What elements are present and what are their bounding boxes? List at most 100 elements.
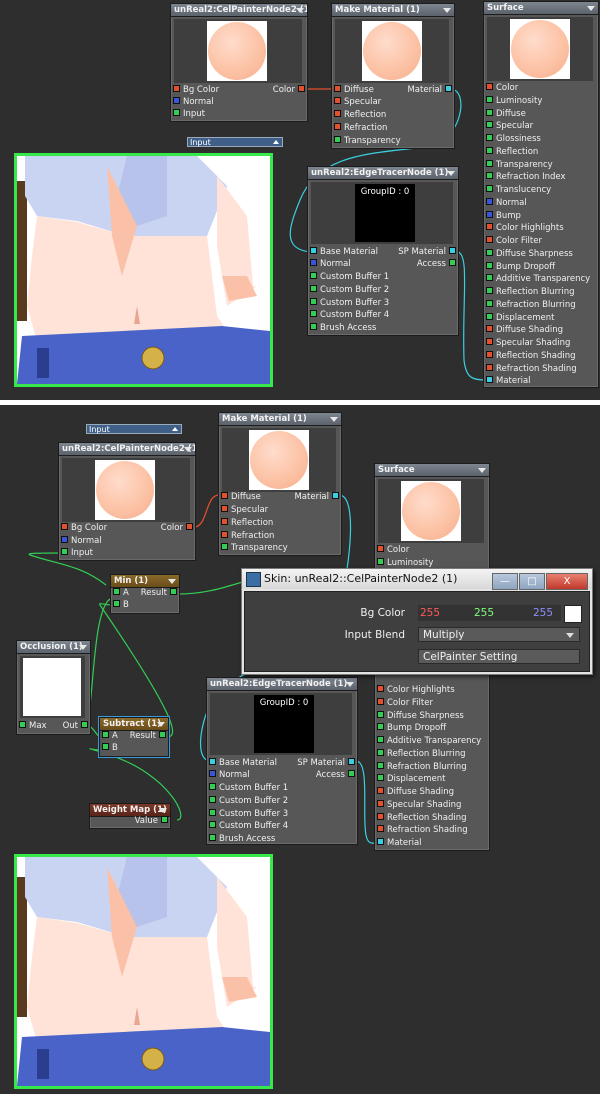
port-dot-icon[interactable] [486, 376, 493, 384]
port-result-out[interactable]: Result [130, 730, 168, 742]
port-reflection-shading[interactable]: Reflection Shading [484, 350, 576, 362]
port-dot-icon[interactable] [334, 123, 341, 130]
node-title[interactable]: Make Material (1) [219, 413, 341, 426]
port-dot-icon[interactable] [486, 338, 493, 345]
port-normal[interactable]: Normal [308, 258, 351, 270]
port-color-highlights[interactable]: Color Highlights [484, 222, 564, 234]
occlusion-node[interactable]: Occlusion (1) Max Out [16, 640, 91, 735]
make-material-node[interactable]: Make Material (1) Diffuse Specular Refle… [218, 412, 342, 556]
port-material-out[interactable]: Material [294, 491, 341, 503]
port-dot-icon[interactable] [334, 97, 341, 104]
port-b[interactable]: B [111, 599, 129, 611]
chevron-down-icon[interactable] [330, 417, 338, 422]
chevron-down-icon[interactable] [159, 808, 167, 813]
port-dot-icon[interactable] [486, 287, 493, 294]
port-dot-icon[interactable] [221, 505, 228, 512]
port-color-out[interactable]: Color [273, 84, 307, 96]
port-input[interactable]: Input [59, 547, 93, 559]
port-dot-icon[interactable] [81, 721, 88, 728]
chevron-up-icon[interactable] [172, 427, 178, 431]
port-dot-icon[interactable] [445, 85, 452, 92]
port-specular[interactable]: Specular [484, 120, 533, 132]
port-color[interactable]: Color [375, 544, 409, 556]
port-dot-icon[interactable] [486, 159, 493, 167]
port-dot-icon[interactable] [377, 799, 384, 807]
port-diffuse-sharpness[interactable]: Diffuse Sharpness [484, 248, 573, 260]
port-dot-icon[interactable] [186, 523, 193, 530]
port-transparency[interactable]: Transparency [332, 135, 401, 147]
port-dot-icon[interactable] [377, 557, 384, 565]
port-result-out[interactable]: Result [141, 587, 179, 599]
port-dot-icon[interactable] [209, 758, 216, 765]
celpainter-node[interactable]: unReal2:CelPainterNode2 (1) Bg Color Nor… [58, 442, 196, 561]
chevron-down-icon[interactable] [443, 8, 451, 13]
node-editor-top[interactable]: unReal2:CelPainterNode2 (1) Bg Color Nor… [0, 0, 600, 400]
node-title[interactable]: unReal2:EdgeTracerNode (1) [207, 678, 357, 691]
node-title[interactable]: unReal2:CelPainterNode2 (1) [59, 443, 195, 456]
port-dot-icon[interactable] [377, 825, 384, 833]
celpainter-setting-button[interactable]: CelPainter Setting [418, 649, 580, 664]
port-dot-icon[interactable] [486, 210, 493, 218]
port-dot-icon[interactable] [61, 536, 68, 543]
port-diffuse-sharpness[interactable]: Diffuse Sharpness [375, 710, 464, 722]
port-access-out[interactable]: Access [316, 769, 357, 781]
port-custom-buffer-1[interactable]: Custom Buffer 1 [308, 271, 389, 283]
port-luminosity[interactable]: Luminosity [484, 95, 542, 107]
port-custom-buffer-2[interactable]: Custom Buffer 2 [207, 795, 288, 807]
node-title[interactable]: unReal2:CelPainterNode2 (1) [171, 4, 307, 17]
port-dot-icon[interactable] [449, 259, 456, 266]
bg-color-r[interactable]: 255 [420, 605, 440, 621]
port-specular-shading[interactable]: Specular Shading [375, 799, 461, 811]
minimize-button[interactable]: — [492, 573, 518, 590]
port-dot-icon[interactable] [377, 697, 384, 705]
port-dot-icon[interactable] [209, 809, 216, 816]
port-base-material[interactable]: Base Material [308, 246, 378, 258]
chevron-down-icon[interactable] [296, 8, 304, 13]
port-dot-icon[interactable] [377, 748, 384, 756]
port-dot-icon[interactable] [113, 600, 120, 607]
node-title[interactable]: Surface [375, 464, 489, 477]
port-dot-icon[interactable] [486, 248, 493, 256]
port-refraction-shading[interactable]: Refraction Shading [484, 363, 577, 375]
celpainter-node[interactable]: unReal2:CelPainterNode2 (1) Bg Color Nor… [170, 3, 308, 122]
port-color[interactable]: Color [484, 82, 518, 94]
bg-color-field[interactable]: 255 255 255 [418, 605, 561, 621]
port-a[interactable]: A [111, 587, 129, 599]
port-diffuse-shading[interactable]: Diffuse Shading [375, 786, 454, 798]
port-specular[interactable]: Specular [219, 504, 268, 516]
port-reflection[interactable]: Reflection [332, 109, 386, 121]
bg-color-swatch[interactable] [564, 605, 582, 623]
port-dot-icon[interactable] [209, 834, 216, 841]
port-dot-icon[interactable] [486, 121, 493, 129]
port-diffuse[interactable]: Diffuse [332, 84, 374, 96]
port-dot-icon[interactable] [221, 543, 228, 550]
port-dot-icon[interactable] [377, 545, 384, 552]
port-dot-icon[interactable] [310, 272, 317, 279]
port-dot-icon[interactable] [377, 838, 384, 845]
port-reflection-blurring[interactable]: Reflection Blurring [484, 286, 575, 298]
subtract-node[interactable]: Subtract (1) A B Result [99, 717, 169, 757]
chevron-down-icon[interactable] [478, 468, 486, 473]
port-normal[interactable]: Normal [171, 96, 214, 108]
port-dot-icon[interactable] [173, 97, 180, 104]
port-dot-icon[interactable] [486, 108, 493, 116]
port-normal[interactable]: Normal [207, 769, 250, 781]
port-transparency[interactable]: Transparency [484, 159, 553, 171]
port-dot-icon[interactable] [159, 731, 166, 738]
node-title[interactable]: unReal2:EdgeTracerNode (1) [308, 167, 458, 180]
port-dot-icon[interactable] [161, 816, 168, 823]
port-dot-icon[interactable] [486, 350, 493, 358]
port-bg-color[interactable]: Bg Color [59, 522, 107, 534]
port-custom-buffer-3[interactable]: Custom Buffer 3 [308, 297, 389, 309]
port-diffuse-shading[interactable]: Diffuse Shading [484, 324, 563, 336]
port-dot-icon[interactable] [61, 548, 68, 555]
port-transparency[interactable]: Transparency [219, 542, 288, 554]
port-refraction[interactable]: Refraction [219, 530, 274, 542]
port-max[interactable]: Max [17, 720, 47, 732]
port-dot-icon[interactable] [486, 325, 493, 333]
min-node[interactable]: Min (1) A B Result [110, 574, 180, 614]
port-dot-icon[interactable] [298, 85, 305, 92]
port-base-material[interactable]: Base Material [207, 757, 277, 769]
input-blend-select[interactable]: Multiply [418, 627, 580, 642]
port-specular-shading[interactable]: Specular Shading [484, 337, 570, 349]
